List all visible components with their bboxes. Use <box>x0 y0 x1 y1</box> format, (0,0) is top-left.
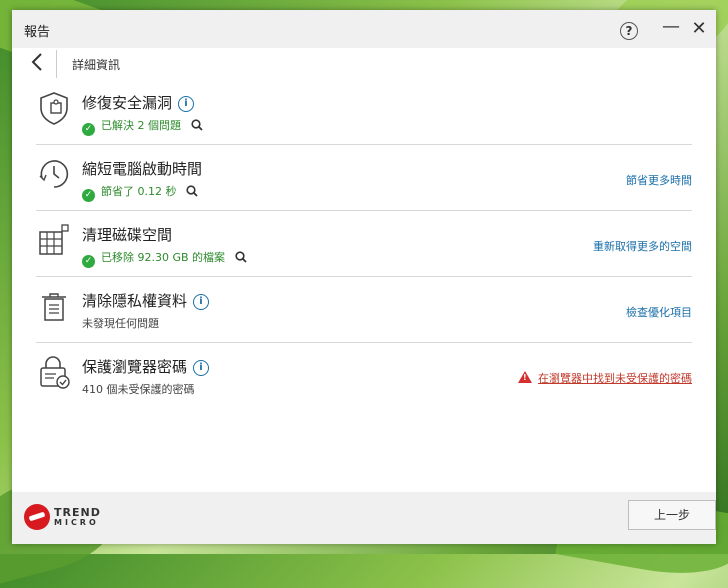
title-bar: 報告 ? — ✕ <box>12 10 716 48</box>
search-icon[interactable] <box>190 119 203 134</box>
unprotected-passwords-link[interactable]: ! 在瀏覽器中找到未受保護的密碼 <box>518 370 692 386</box>
help-icon[interactable]: ? <box>620 22 638 40</box>
list-item-fix-vulnerabilities: 修復安全漏洞 i ✓ 已解決 2 個問題 <box>36 84 692 150</box>
status-label: 已解決 2 個問題 <box>101 119 181 132</box>
trend-micro-logo: TREND MICRO <box>24 502 114 532</box>
row-title: 清理磁碟空間 <box>82 226 173 244</box>
status-label: 已移除 92.30 GB 的檔案 <box>101 251 226 264</box>
row-title: 清除隱私權資料 i <box>82 290 210 311</box>
navigation-bar: 詳細資訊 <box>12 48 716 78</box>
window-title: 報告 <box>24 25 51 40</box>
info-icon[interactable]: i <box>193 360 210 376</box>
row-divider <box>36 210 692 211</box>
back-arrow-icon[interactable] <box>30 52 44 77</box>
status-text: 未發現任何問題 <box>82 317 159 330</box>
status-text: ✓ 已移除 92.30 GB 的檔案 <box>82 249 247 268</box>
check-icon: ✓ <box>82 123 95 136</box>
clock-speed-icon <box>36 156 72 192</box>
check-icon: ✓ <box>82 255 95 268</box>
status-text: 410 個未受保護的密碼 <box>82 383 195 396</box>
search-icon[interactable] <box>234 251 247 266</box>
row-title: 保護瀏覽器密碼 i <box>82 356 210 377</box>
row-title-text: 保護瀏覽器密碼 <box>82 358 188 376</box>
logo-text-line2: MICRO <box>54 518 99 527</box>
minimize-icon[interactable]: — <box>660 16 682 38</box>
row-divider <box>36 144 692 145</box>
save-more-time-link[interactable]: 節省更多時間 <box>626 172 692 188</box>
info-icon[interactable]: i <box>193 294 210 310</box>
row-divider <box>36 276 692 277</box>
close-icon[interactable]: ✕ <box>688 18 710 40</box>
status-text: ✓ 節省了 0.12 秒 <box>82 183 198 202</box>
back-button[interactable]: 上一步 <box>628 500 716 530</box>
report-window: 報告 ? — ✕ 詳細資訊 修復安全漏洞 i ✓ 已解決 2 個問題 縮短電腦啟動時… <box>12 10 716 544</box>
trash-bin-icon <box>36 288 72 324</box>
breadcrumb: 詳細資訊 <box>72 58 121 72</box>
nav-divider <box>56 50 57 78</box>
list-item-browser-passwords: 保護瀏覽器密碼 i 410 個未受保護的密碼 ! 在瀏覽器中找到未受保護的密碼 <box>36 348 692 414</box>
warning-icon: ! <box>518 371 532 383</box>
footer: TREND MICRO 上一步 <box>12 492 716 544</box>
row-divider <box>36 342 692 343</box>
list-item-disk-cleanup: 清理磁碟空間 ✓ 已移除 92.30 GB 的檔案 重新取得更多的空間 <box>36 216 692 282</box>
search-icon[interactable] <box>186 185 198 200</box>
row-title-text: 修復安全漏洞 <box>82 94 173 112</box>
info-icon[interactable]: i <box>178 96 195 112</box>
row-title: 修復安全漏洞 i <box>82 92 195 113</box>
check-optimization-link[interactable]: 檢查優化項目 <box>626 304 692 320</box>
list-item-startup-time: 縮短電腦啟動時間 ✓ 節省了 0.12 秒 節省更多時間 <box>36 150 692 216</box>
status-text: ✓ 已解決 2 個問題 <box>82 117 203 136</box>
row-title-text: 清除隱私權資料 <box>82 292 188 310</box>
row-title: 縮短電腦啟動時間 <box>82 160 203 178</box>
warning-link-text[interactable]: 在瀏覽器中找到未受保護的密碼 <box>538 372 692 385</box>
shield-puzzle-icon <box>36 90 72 126</box>
list-item-privacy-data: 清除隱私權資料 i 未發現任何問題 檢查優化項目 <box>36 282 692 348</box>
trend-micro-logo-icon <box>24 504 50 530</box>
check-icon: ✓ <box>82 189 95 202</box>
status-label: 節省了 0.12 秒 <box>101 185 177 198</box>
reclaim-space-link[interactable]: 重新取得更多的空間 <box>593 238 692 254</box>
password-lock-icon <box>36 354 72 390</box>
disk-grid-icon <box>36 222 72 258</box>
